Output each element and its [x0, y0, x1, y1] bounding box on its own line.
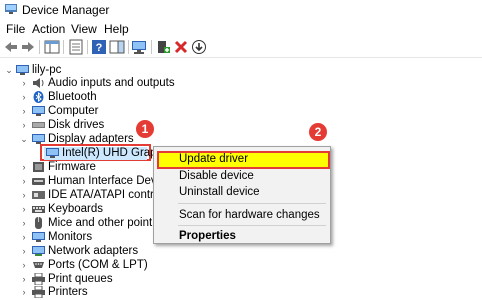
step-callout-2: 2 [309, 123, 327, 141]
network-icon [32, 246, 45, 256]
bluetooth-icon [33, 91, 44, 103]
chip-icon [33, 162, 44, 172]
action-pane-icon[interactable] [109, 39, 125, 55]
tree-item-label: Firmware [48, 161, 96, 173]
step-callout-1: 1 [136, 120, 154, 138]
toolbar-separator [128, 40, 129, 54]
port-icon [33, 262, 44, 268]
context-menu: Update driver Disable device Uninstall d… [153, 146, 331, 244]
tree-item-label: Print queues [48, 273, 113, 285]
menu-view[interactable]: View [71, 22, 97, 36]
tree-item-label: Computer [48, 105, 99, 117]
printer-icon [32, 273, 45, 285]
tree-item-label: Bluetooth [48, 91, 97, 103]
forward-arrow-icon[interactable] [20, 39, 36, 55]
tree-item-label: Audio inputs and outputs [48, 77, 175, 89]
tree-item-label: Monitors [48, 231, 93, 243]
tree-item-label: Ports (COM & LPT) [48, 259, 148, 271]
toolbar: ? [0, 37, 482, 58]
chevron-right-icon[interactable]: › [19, 120, 29, 130]
menu-help[interactable]: Help [104, 22, 129, 36]
monitor-icon [32, 232, 45, 242]
show-hide-console-tree-icon[interactable] [44, 39, 60, 55]
tree-item-label: Keyboards [48, 203, 103, 215]
monitor-scan-icon[interactable] [131, 39, 147, 55]
download-arrow-icon[interactable] [191, 39, 207, 55]
chevron-down-icon[interactable]: ⌄ [19, 134, 29, 144]
speaker-icon [33, 78, 44, 88]
chevron-right-icon[interactable]: › [19, 106, 29, 116]
uninstall-x-icon[interactable] [173, 39, 189, 55]
chevron-right-icon[interactable]: › [19, 274, 29, 284]
tree-item-label: Printers [48, 286, 88, 298]
toolbar-separator [63, 40, 64, 54]
keyboard-icon [32, 206, 45, 213]
tree-item-disk-drives[interactable]: › Disk drives [0, 118, 200, 133]
hid-icon [32, 178, 45, 185]
chevron-right-icon[interactable]: › [19, 287, 29, 297]
mouse-icon [35, 217, 42, 229]
title-bar: Device Manager [0, 0, 482, 20]
tree-item-printers[interactable]: › Printers [0, 285, 200, 300]
properties-sheet-icon[interactable] [68, 39, 84, 55]
tree-item-ports[interactable]: › Ports (COM & LPT) [0, 258, 200, 273]
svg-text:?: ? [96, 42, 103, 54]
add-driver-icon[interactable] [155, 39, 171, 55]
computer-icon [32, 106, 45, 116]
menu-divider [178, 225, 326, 226]
chevron-right-icon[interactable]: › [19, 190, 29, 200]
menu-item-update-driver[interactable]: Update driver [179, 153, 248, 165]
menu-bar: File Action View Help [0, 20, 482, 37]
tree-item-audio[interactable]: › Audio inputs and outputs [0, 76, 200, 91]
chevron-right-icon[interactable]: › [19, 176, 29, 186]
display-adapter-icon [46, 148, 59, 158]
toolbar-separator [87, 40, 88, 54]
chevron-right-icon[interactable]: › [19, 78, 29, 88]
help-icon[interactable]: ? [91, 39, 107, 55]
printer-icon [32, 286, 45, 298]
chevron-right-icon[interactable]: › [19, 92, 29, 102]
menu-item-uninstall-device[interactable]: Uninstall device [179, 186, 260, 198]
tree-item-network-adapters[interactable]: › Network adapters [0, 244, 200, 259]
chevron-right-icon[interactable]: › [19, 218, 29, 228]
chevron-right-icon[interactable]: › [19, 246, 29, 256]
menu-divider [178, 203, 326, 204]
tree-item-bluetooth[interactable]: › Bluetooth [0, 90, 200, 105]
chevron-right-icon[interactable]: › [19, 260, 29, 270]
chevron-right-icon[interactable]: › [19, 162, 29, 172]
chevron-right-icon[interactable]: › [19, 204, 29, 214]
computer-icon [16, 65, 29, 75]
device-manager-icon [5, 4, 17, 14]
tree-item-label: Network adapters [48, 245, 139, 257]
tree-root-label: lily-pc [32, 64, 62, 76]
controller-icon [32, 191, 45, 199]
tree-item-label: Disk drives [48, 119, 105, 131]
tree-item-computer[interactable]: › Computer [0, 104, 200, 119]
window-title: Device Manager [22, 3, 110, 17]
menu-item-disable-device[interactable]: Disable device [179, 170, 254, 182]
tree-item-intel-uhd-graphics[interactable]: Intel(R) UHD Graphics [0, 146, 177, 161]
menu-item-properties[interactable]: Properties [179, 230, 236, 242]
chevron-right-icon[interactable]: › [19, 232, 29, 242]
chevron-down-icon[interactable]: ⌄ [4, 65, 14, 75]
tree-item-mice[interactable]: › Mice and other pointing d [0, 216, 177, 231]
menu-file[interactable]: File [6, 22, 25, 36]
toolbar-separator [39, 40, 40, 54]
back-arrow-icon[interactable] [3, 39, 19, 55]
toolbar-separator [151, 40, 152, 54]
menu-item-scan-hardware[interactable]: Scan for hardware changes [179, 209, 320, 221]
disk-icon [32, 122, 45, 128]
menu-action[interactable]: Action [32, 22, 65, 36]
